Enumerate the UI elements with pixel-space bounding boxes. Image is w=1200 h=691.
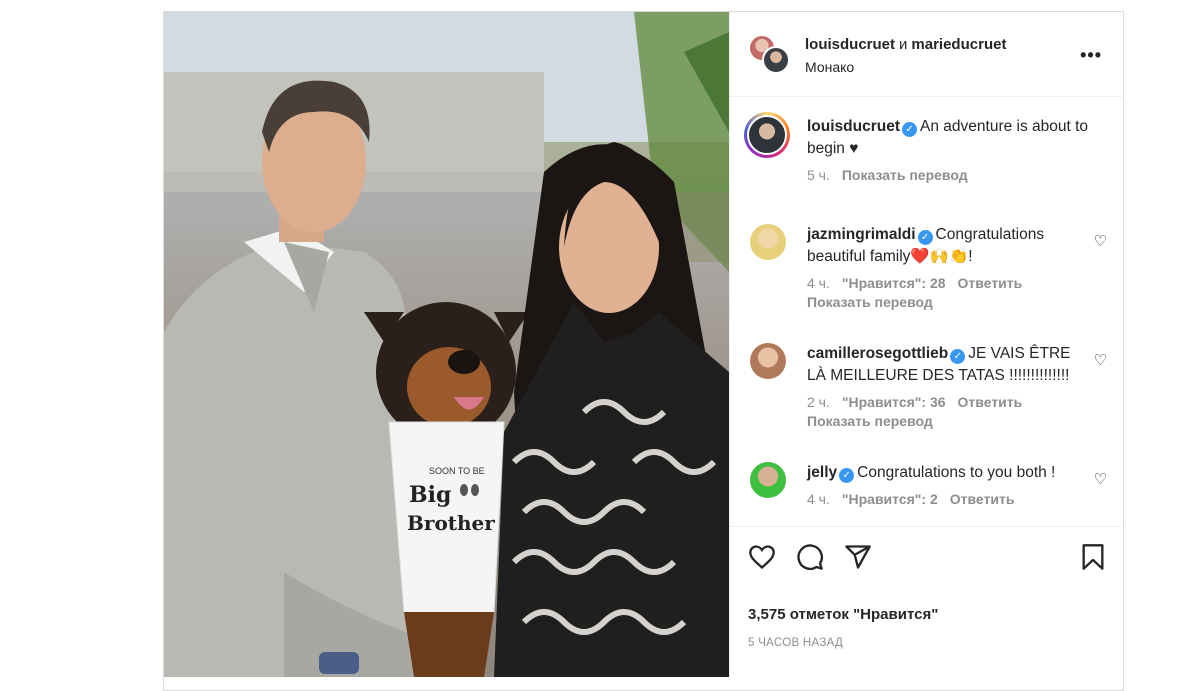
reply-button[interactable]: Ответить: [958, 394, 1023, 410]
avatar[interactable]: [750, 462, 786, 498]
instagram-post: SOON TO BE Big Brother louisducruet и ma…: [163, 11, 1125, 691]
comment-time: 2 ч.: [807, 394, 830, 410]
shirt-text-1: SOON TO BE: [429, 466, 485, 476]
post-time: 5 ЧАСОВ НАЗАД: [748, 637, 844, 649]
comment-time: 4 ч.: [807, 491, 830, 507]
photo-illustration: SOON TO BE Big Brother: [164, 12, 729, 677]
comment-user[interactable]: jelly: [807, 464, 837, 481]
share-icon[interactable]: [844, 543, 872, 576]
reply-button[interactable]: Ответить: [958, 275, 1023, 291]
comment-likes[interactable]: "Нравится": 2: [842, 491, 938, 507]
verified-icon: ✓: [839, 468, 855, 483]
translate-button[interactable]: Показать перевод: [807, 411, 1092, 431]
heart-icon[interactable]: ♡: [1094, 351, 1107, 369]
heart-icon[interactable]: [748, 543, 776, 576]
post-photo[interactable]: SOON TO BE Big Brother: [164, 12, 729, 677]
verified-icon: ✓: [950, 349, 966, 364]
heart-icon[interactable]: ♡: [1094, 470, 1107, 488]
more-icon[interactable]: •••: [1080, 45, 1102, 66]
avatar[interactable]: [750, 343, 786, 379]
shirt-text-3: Brother: [407, 511, 495, 535]
comment-user[interactable]: louisducruet: [807, 118, 900, 135]
authors-conj: и: [899, 36, 908, 53]
comment-user[interactable]: jazmingrimaldi: [807, 226, 916, 243]
author-link[interactable]: louisducruet: [805, 36, 895, 53]
comment-likes[interactable]: "Нравится": 36: [842, 394, 946, 410]
comment-text: Congratulations to you both !: [857, 464, 1056, 481]
heart-icon[interactable]: ♡: [1094, 232, 1107, 250]
shirt-text-2: Big: [409, 482, 451, 508]
post-header: louisducruet и marieducruet Монако •••: [730, 12, 1124, 97]
avatar[interactable]: [750, 224, 786, 260]
reply-button[interactable]: Ответить: [950, 491, 1015, 507]
avatar: [762, 46, 790, 74]
comment-user[interactable]: camillerosegottlieb: [807, 345, 948, 362]
comments-list[interactable]: louisducruet ✓ An adventure is about to be…: [730, 98, 1125, 526]
comment-time: 4 ч.: [807, 275, 830, 291]
caption-time: 5 ч.: [807, 167, 830, 183]
avatar[interactable]: [744, 112, 790, 158]
collab-avatars[interactable]: [750, 36, 790, 76]
post-side-panel: louisducruet и marieducruet Монако ••• lou…: [729, 12, 1125, 677]
comment-likes[interactable]: "Нравится": 28: [842, 275, 946, 291]
bookmark-icon[interactable]: [1080, 543, 1106, 576]
verified-icon: ✓: [917, 230, 933, 245]
translate-button[interactable]: Показать перевод: [842, 167, 968, 183]
post-authors: louisducruet и marieducruet: [805, 36, 1006, 53]
comment-icon[interactable]: [796, 543, 824, 576]
author-link[interactable]: marieducruet: [911, 36, 1006, 53]
post-actions: 3,575 отметок "Нравится" 5 ЧАСОВ НАЗАД: [730, 526, 1125, 677]
likes-count[interactable]: 3,575 отметок "Нравится": [748, 606, 938, 623]
location-link[interactable]: Монако: [805, 59, 854, 75]
verified-icon: ✓: [902, 122, 918, 137]
translate-button[interactable]: Показать перевод: [807, 292, 1092, 312]
